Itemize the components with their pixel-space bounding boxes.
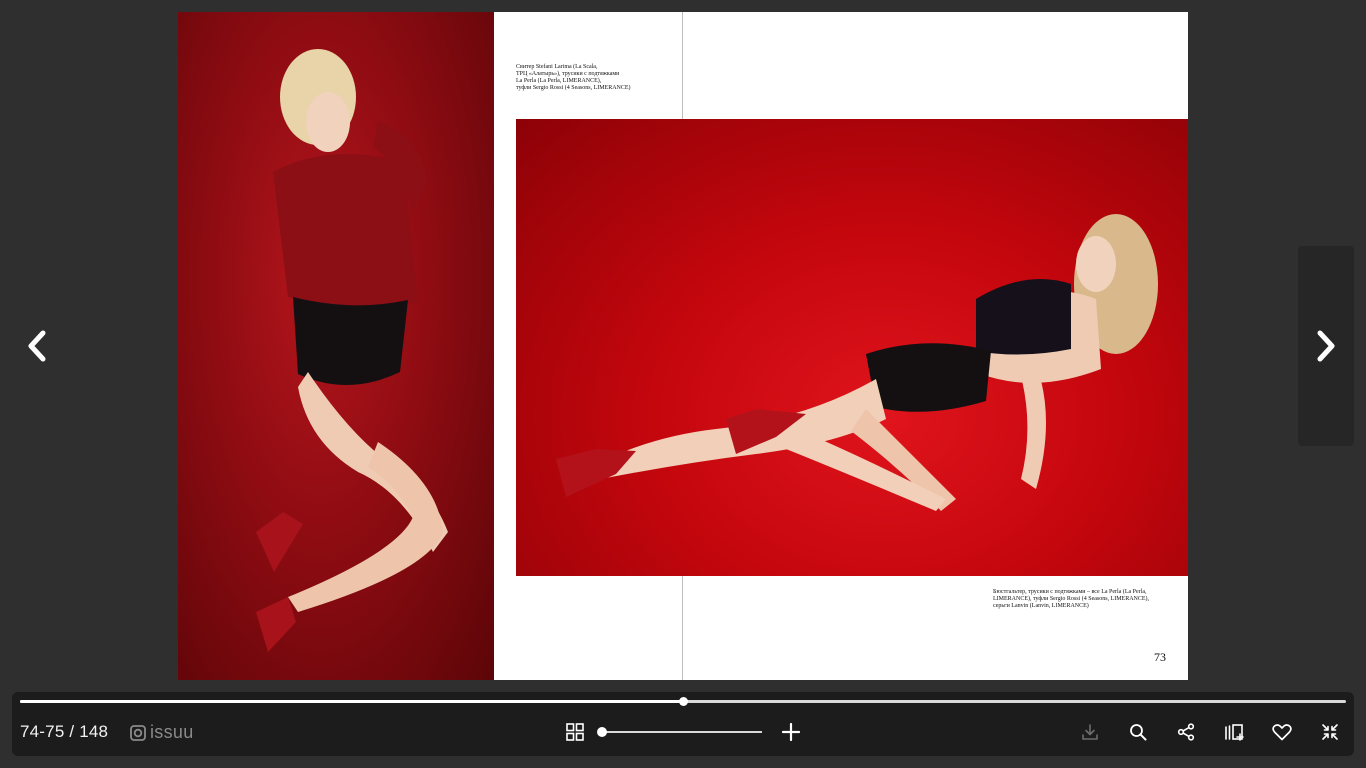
- grid-icon: [566, 723, 584, 741]
- search-button[interactable]: [1124, 718, 1152, 746]
- share-button[interactable]: [1172, 718, 1200, 746]
- download-icon: [1082, 724, 1098, 740]
- progress-fill: [20, 700, 683, 703]
- magazine-spread[interactable]: Свитер Stefani Larima (La Scala, ТРЦ «Ал…: [178, 12, 1188, 680]
- caption-top: Свитер Stefani Larima (La Scala, ТРЦ «Ал…: [516, 64, 631, 91]
- brand-name: issuu: [150, 722, 194, 742]
- next-page-button[interactable]: [1298, 246, 1354, 446]
- zoom-slider[interactable]: [597, 727, 762, 737]
- grid-view-button[interactable]: [561, 718, 589, 746]
- download-button[interactable]: [1076, 718, 1104, 746]
- page-indicator: 74-75 / 148: [20, 722, 109, 741]
- add-to-stack-button[interactable]: [1220, 718, 1248, 746]
- exit-fullscreen-button[interactable]: [1316, 718, 1344, 746]
- chevron-left-icon: [28, 330, 46, 362]
- chevron-right-icon: [1317, 330, 1335, 362]
- heart-icon: [1272, 724, 1292, 741]
- like-button[interactable]: [1268, 718, 1296, 746]
- share-icon: [1177, 723, 1195, 741]
- search-icon: [1130, 724, 1147, 741]
- zoom-handle[interactable]: [597, 727, 607, 737]
- model-photo-right: [556, 214, 1158, 511]
- add-to-stack-icon: [1225, 724, 1244, 741]
- caption-bottom: Бюстгальтер, трусики с подтяжками – все …: [993, 589, 1150, 609]
- previous-page-button[interactable]: [12, 316, 62, 376]
- zoom-in-button[interactable]: [777, 718, 805, 746]
- page-progress-slider[interactable]: [20, 697, 1346, 706]
- left-page-photo: [178, 12, 494, 680]
- issuu-logo-icon: [130, 724, 146, 741]
- right-page-photo: [516, 119, 1188, 576]
- plus-icon: [782, 723, 800, 741]
- progress-handle[interactable]: [679, 697, 688, 706]
- reader-toolbar: 74-75 / 148 issuu: [12, 692, 1354, 756]
- issuu-logo[interactable]: issuu: [130, 722, 194, 743]
- exit-fullscreen-icon: [1322, 724, 1338, 740]
- page-number: 73: [1154, 650, 1166, 664]
- model-photo-left: [256, 49, 448, 652]
- reader-viewer: Свитер Stefani Larima (La Scala, ТРЦ «Ал…: [0, 0, 1366, 768]
